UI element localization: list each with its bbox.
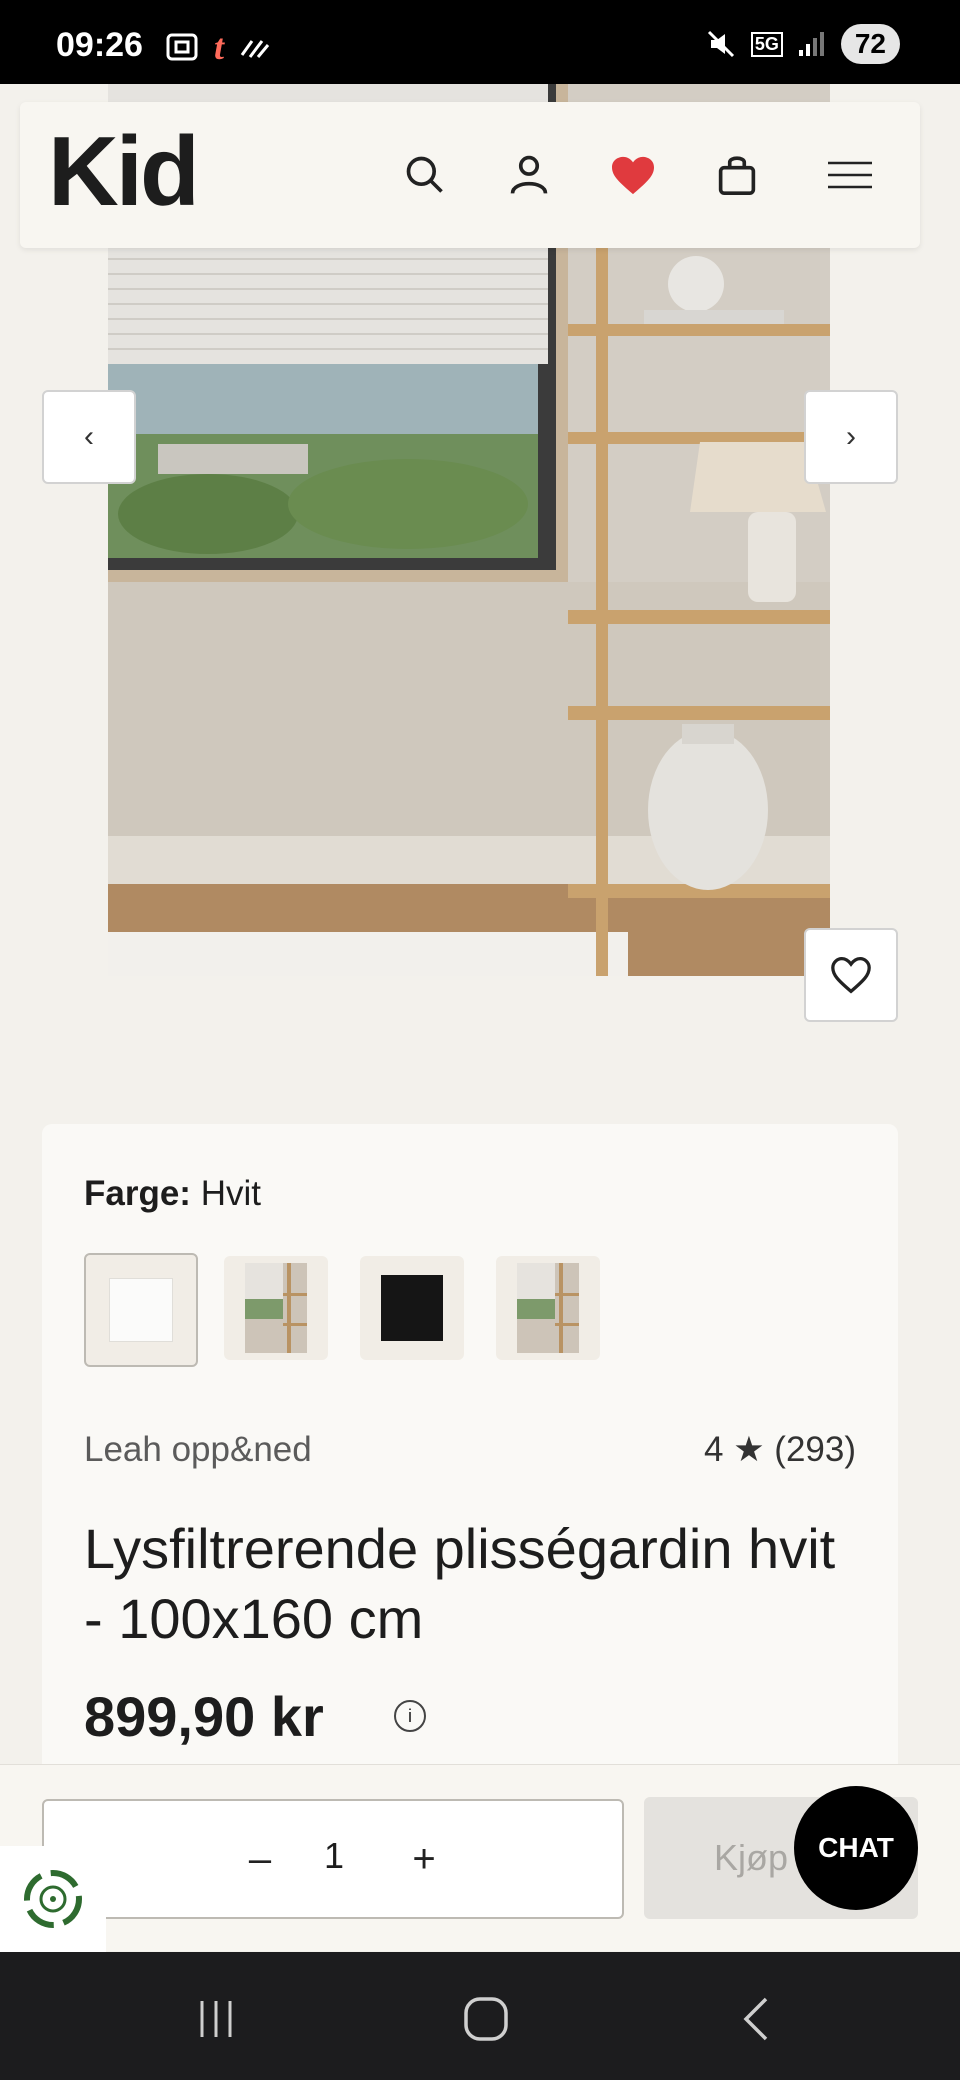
chat-label: CHAT: [818, 1832, 894, 1863]
signal-icon: [798, 32, 824, 56]
previous-image-button[interactable]: ‹: [42, 390, 136, 484]
search-icon: [406, 156, 443, 193]
home-icon: [464, 1997, 508, 2041]
user-icon: [510, 155, 548, 194]
shopping-bag-icon: [718, 156, 756, 195]
price-info-icon[interactable]: i: [394, 1700, 426, 1732]
account-button[interactable]: [504, 150, 554, 200]
hamburger-menu-icon: [828, 161, 872, 189]
add-to-wishlist-button[interactable]: [804, 928, 898, 1022]
favorites-button[interactable]: [608, 150, 658, 200]
product-rating[interactable]: 4 ★ (293): [704, 1430, 856, 1470]
chevron-right-icon: ›: [846, 420, 856, 453]
color-label: Farge:: [84, 1174, 191, 1213]
color-selector-label: Farge: Hvit: [84, 1174, 261, 1214]
recent-apps-button[interactable]: [186, 1992, 246, 2046]
signal-activity-icon: [240, 40, 270, 58]
color-value: Hvit: [200, 1174, 261, 1213]
color-swatch-black[interactable]: [360, 1256, 464, 1360]
kid-logo[interactable]: Kid: [48, 122, 200, 220]
chevron-left-icon: ‹: [84, 420, 94, 453]
color-swatch-scene-1[interactable]: [224, 1256, 328, 1360]
screenshot-icon: [166, 33, 198, 61]
product-details-card: Farge: Hvit Leah opp&ned 4 ★ (293) Lysfi…: [42, 1124, 898, 1824]
product-title: Lysfiltrerende plisségardin hvit - 100x1…: [84, 1517, 836, 1650]
next-image-button[interactable]: ›: [804, 390, 898, 484]
product-brand[interactable]: Leah opp&ned: [84, 1430, 312, 1470]
room-thumbnail: [245, 1263, 307, 1353]
back-button[interactable]: [726, 1992, 786, 2046]
site-header: Kid: [20, 102, 920, 248]
status-time: 09:26: [56, 26, 143, 64]
battery-level: 72: [840, 24, 900, 64]
recycle-icon: [24, 1870, 82, 1928]
recent-apps-icon: [200, 2001, 232, 2037]
decrease-quantity-button[interactable]: –: [232, 1831, 288, 1887]
white-blind-thumbnail: [109, 1278, 173, 1342]
black-blind-thumbnail: [381, 1275, 443, 1341]
heart-filled-icon: [612, 156, 654, 195]
color-swatch-scene-2[interactable]: [496, 1256, 600, 1360]
home-button[interactable]: [456, 1992, 516, 2046]
quantity-stepper: – 1 +: [42, 1799, 624, 1919]
chat-button[interactable]: CHAT: [794, 1786, 918, 1910]
product-price: 899,90 kr: [84, 1685, 324, 1748]
menu-button[interactable]: [820, 150, 880, 200]
buy-button-label: Kjøp: [713, 1837, 789, 1878]
tumblr-icon: t: [214, 27, 225, 67]
cart-button[interactable]: [712, 150, 762, 200]
back-icon: [743, 1997, 768, 2041]
color-swatch-white[interactable]: [84, 1253, 198, 1367]
quantity-value: 1: [323, 1835, 345, 1876]
room-thumbnail: [517, 1263, 579, 1353]
network-type: 5G: [750, 31, 783, 57]
system-navigation-bar: [0, 1952, 960, 2080]
mute-icon: [707, 30, 734, 58]
search-button[interactable]: [400, 150, 450, 200]
heart-outline-icon: [831, 956, 871, 994]
status-bar: 09:26 t 5G 72: [0, 0, 960, 84]
increase-quantity-button[interactable]: +: [396, 1831, 452, 1887]
eco-badge-button[interactable]: [0, 1846, 106, 1952]
